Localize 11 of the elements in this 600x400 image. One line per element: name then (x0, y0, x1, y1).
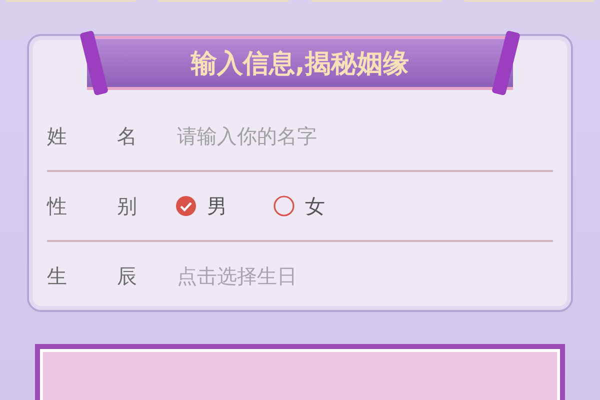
radio-button[interactable] (175, 195, 197, 217)
gender-option[interactable]: 女 (305, 192, 325, 220)
gender-option[interactable]: 男 (207, 192, 227, 220)
birthday-input[interactable]: 点击选择生日 (175, 263, 479, 289)
name-input[interactable]: 请输入你的名字 (175, 123, 479, 149)
banner-title: 输入信息,揭秘姻缘 (191, 48, 409, 80)
bottom-button[interactable] (35, 344, 565, 400)
birth-label: 生辰 (47, 262, 175, 290)
gender-label: 性别 (47, 192, 175, 220)
name-label: 姓名 (47, 122, 175, 150)
radio-button[interactable] (273, 195, 295, 217)
